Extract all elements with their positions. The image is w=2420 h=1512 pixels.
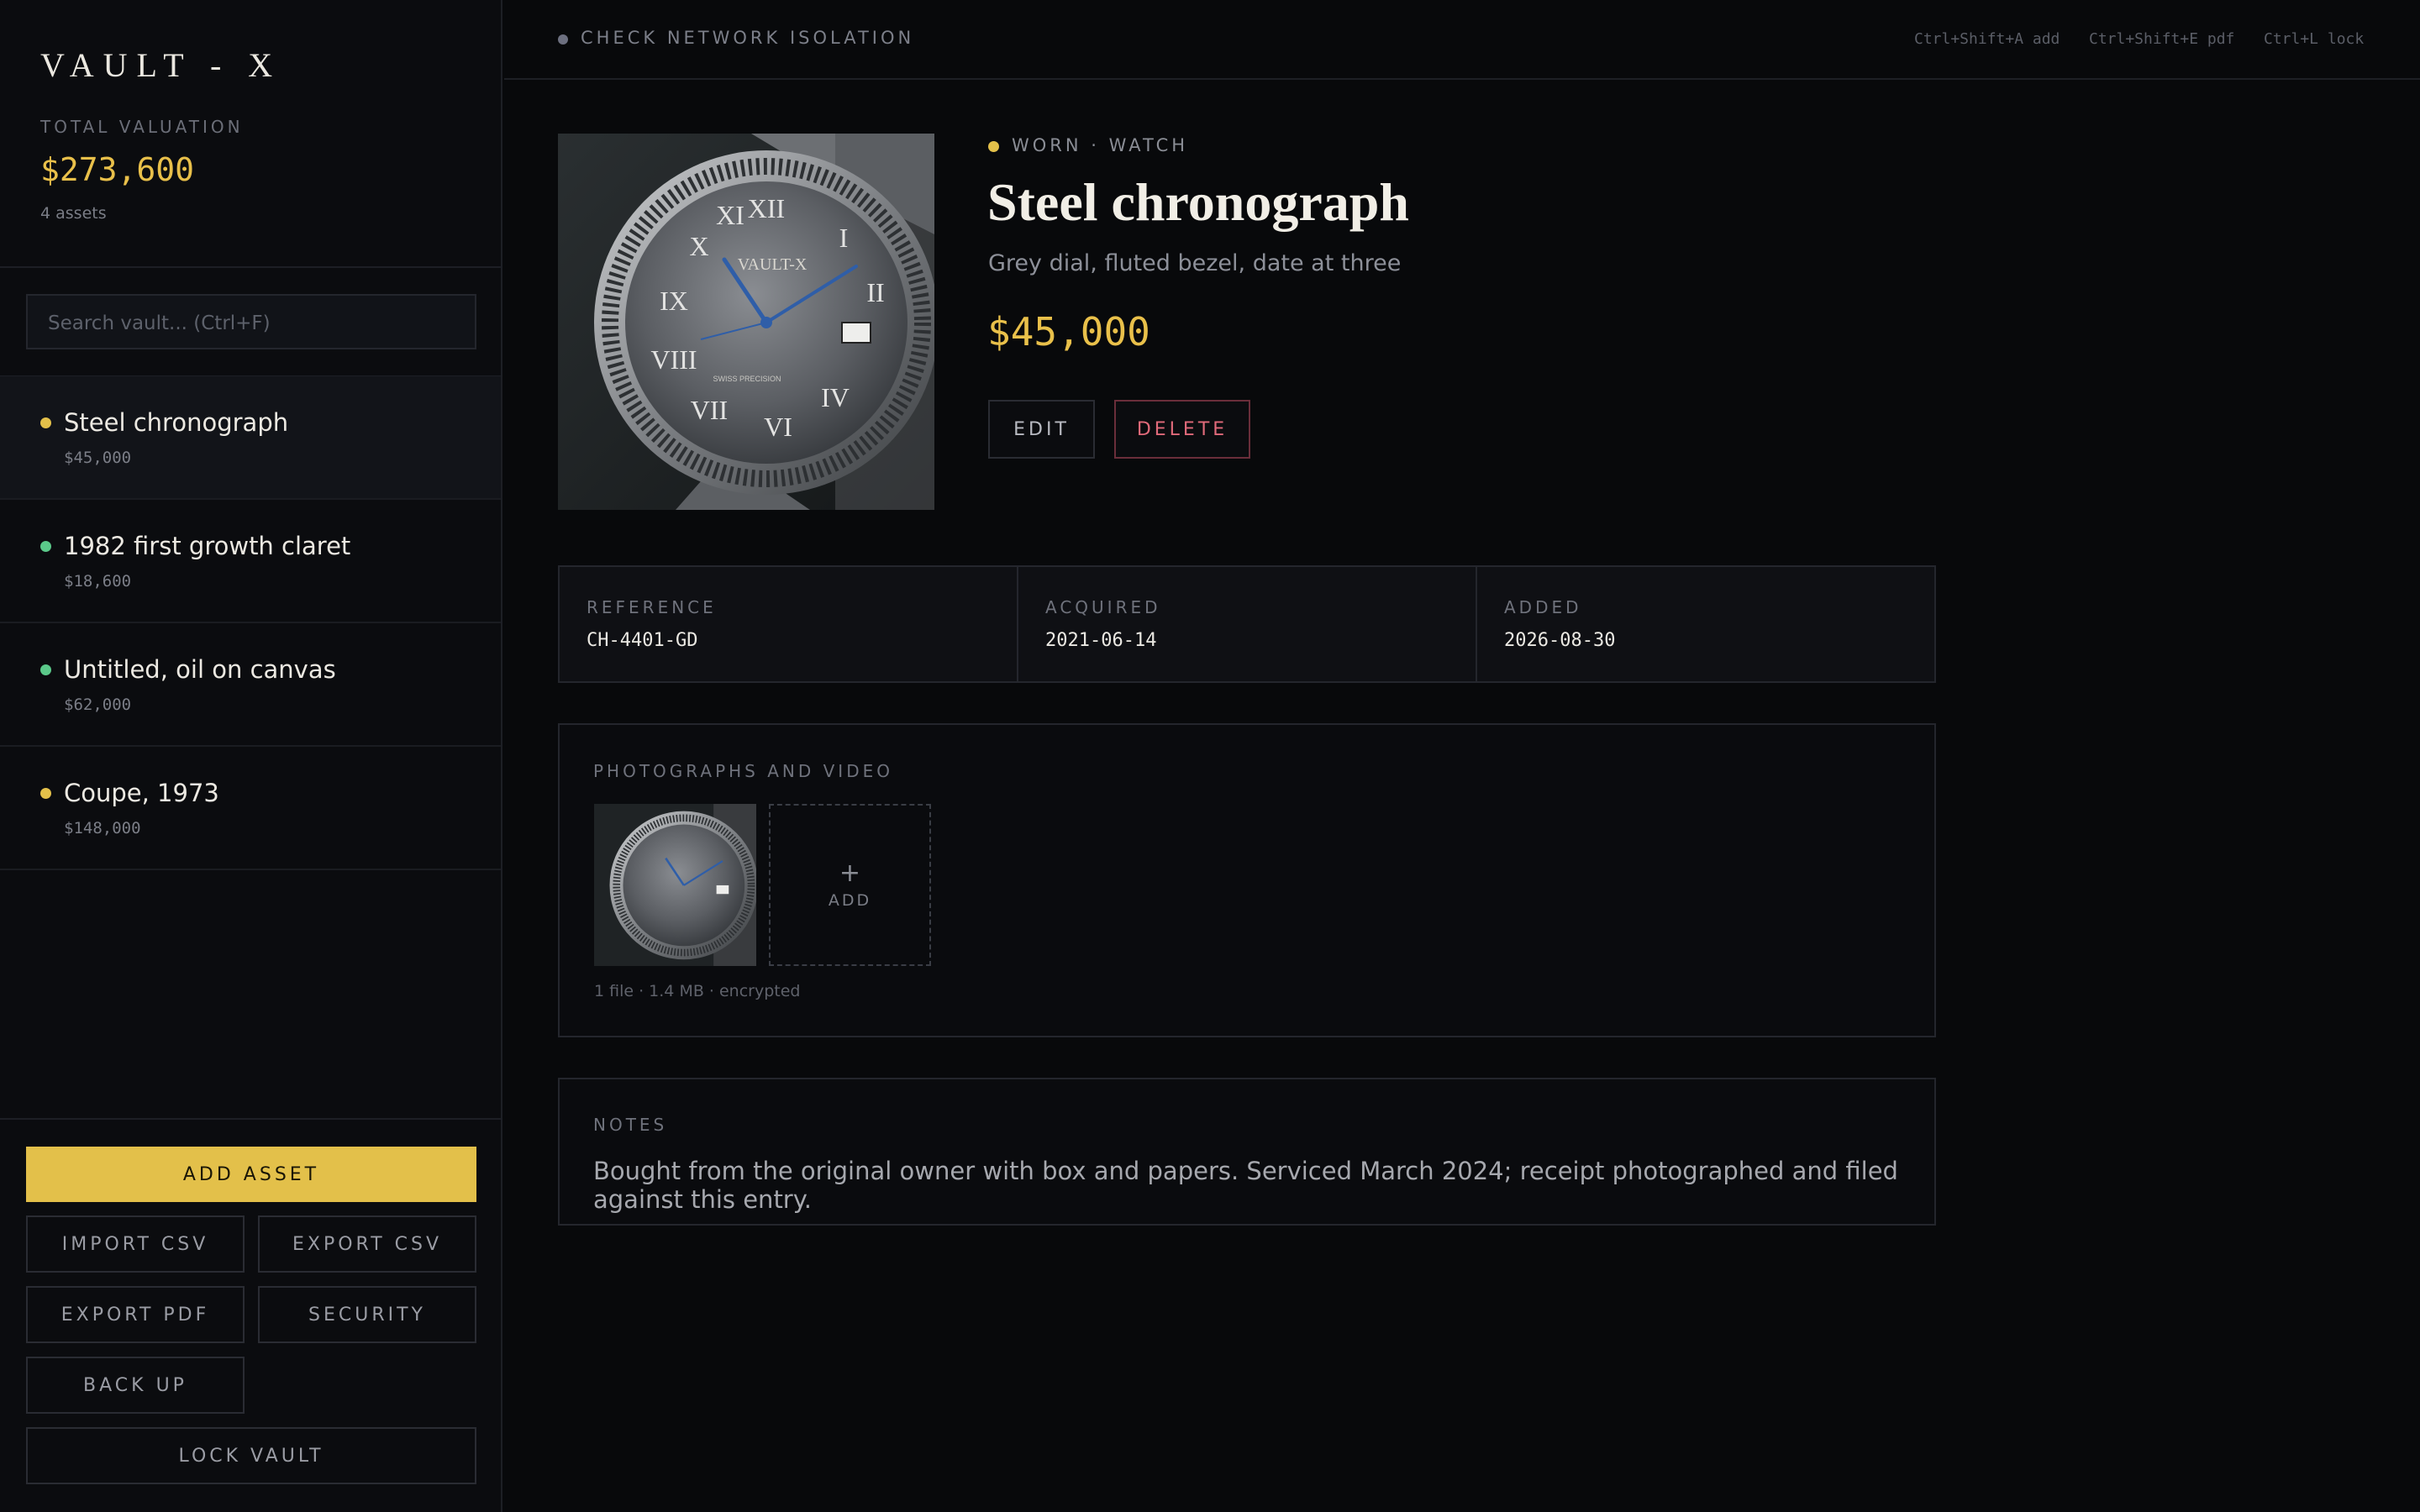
media-panel: PHOTOGRAPHS AND VIDEO + ADD 1 file · 1.4… xyxy=(558,723,1936,1037)
add-media-label: ADD xyxy=(828,890,872,910)
total-valuation-label: TOTAL VALUATION xyxy=(40,117,244,137)
watch-thumbnail-image xyxy=(594,804,756,966)
shortcut-hint-lock: Ctrl+L lock xyxy=(2264,30,2365,48)
meta-value: 2021-06-14 xyxy=(1045,630,1157,651)
asset-price: $45,000 xyxy=(64,449,132,467)
edit-button[interactable]: EDIT xyxy=(988,400,1095,459)
asset-item-oil-on-canvas[interactable]: Untitled, oil on canvas $62,000 xyxy=(0,623,501,747)
asset-metadata: REFERENCE CH-4401-GD ACQUIRED 2021-06-14… xyxy=(558,565,1936,683)
asset-name: Steel chronograph xyxy=(64,408,289,437)
status-dot xyxy=(40,417,51,428)
meta-reference: REFERENCE CH-4401-GD xyxy=(560,567,1018,681)
asset-photo[interactable]: XII I II IV VI VII VIII IX X XI VAULT-X … xyxy=(558,134,934,510)
status-dot xyxy=(40,541,51,552)
import-csv-button[interactable]: IMPORT CSV xyxy=(26,1215,245,1273)
meta-label: ACQUIRED xyxy=(1045,597,1161,617)
total-valuation-value: $273,600 xyxy=(40,151,195,188)
lock-vault-button[interactable]: LOCK VAULT xyxy=(26,1427,476,1484)
media-file-info: 1 file · 1.4 MB · encrypted xyxy=(594,982,801,1000)
asset-price: $62,000 xyxy=(64,696,132,714)
svg-text:I: I xyxy=(839,223,849,253)
asset-item-claret[interactable]: 1982 first growth claret $18,600 xyxy=(0,500,501,623)
asset-value: $45,000 xyxy=(987,309,1150,354)
notes-text: Bought from the original owner with box … xyxy=(593,1157,1898,1214)
meta-label: ADDED xyxy=(1504,597,1582,617)
notes-label: NOTES xyxy=(593,1115,668,1135)
asset-item-coupe[interactable]: Coupe, 1973 $148,000 xyxy=(0,747,501,870)
top-bar: CHECK NETWORK ISOLATION Ctrl+Shift+A add… xyxy=(504,0,2420,80)
divider xyxy=(0,1118,502,1120)
meta-acquired: ACQUIRED 2021-06-14 xyxy=(1018,567,1477,681)
svg-text:VI: VI xyxy=(764,412,792,442)
divider xyxy=(0,266,502,268)
security-button[interactable]: SECURITY xyxy=(258,1286,476,1343)
meta-value: CH-4401-GD xyxy=(587,630,698,651)
add-asset-button[interactable]: ADD ASSET xyxy=(26,1147,476,1202)
network-isolation-check[interactable]: CHECK NETWORK ISOLATION xyxy=(581,28,914,48)
media-panel-label: PHOTOGRAPHS AND VIDEO xyxy=(593,761,893,781)
export-csv-button[interactable]: EXPORT CSV xyxy=(258,1215,476,1273)
asset-price: $148,000 xyxy=(64,819,141,837)
asset-category: WORN · WATCH xyxy=(1012,135,1189,155)
svg-text:SWISS PRECISION: SWISS PRECISION xyxy=(713,375,781,383)
delete-button[interactable]: DELETE xyxy=(1114,400,1250,459)
svg-text:XII: XII xyxy=(748,193,785,223)
meta-value: 2026-08-30 xyxy=(1504,630,1616,651)
sidebar: VAULT - X TOTAL VALUATION $273,600 4 ass… xyxy=(0,0,502,1512)
export-pdf-button[interactable]: EXPORT PDF xyxy=(26,1286,245,1343)
svg-text:VII: VII xyxy=(691,395,728,425)
back-up-button[interactable]: BACK UP xyxy=(26,1357,245,1414)
asset-title: Steel chronograph xyxy=(987,172,1409,232)
shortcut-hint-pdf: Ctrl+Shift+E pdf xyxy=(2089,30,2235,48)
status-dot xyxy=(40,788,51,799)
status-dot xyxy=(40,664,51,675)
asset-count: 4 assets xyxy=(40,204,107,223)
search-input[interactable]: Search vault... (Ctrl+F) xyxy=(26,294,476,349)
svg-text:IX: IX xyxy=(660,286,688,316)
asset-description: Grey dial, fluted bezel, date at three xyxy=(988,250,1402,276)
meta-label: REFERENCE xyxy=(587,597,717,617)
plus-icon: + xyxy=(839,858,861,888)
svg-text:XI: XI xyxy=(716,200,744,230)
network-status-dot xyxy=(558,34,568,45)
watch-image: XII I II IV VI VII VIII IX X XI VAULT-X … xyxy=(558,134,934,510)
notes-panel: NOTES Bought from the original owner wit… xyxy=(558,1078,1936,1226)
svg-text:IV: IV xyxy=(821,382,850,412)
svg-text:VIII: VIII xyxy=(650,344,697,375)
svg-text:VAULT-X: VAULT-X xyxy=(738,255,808,274)
asset-item-steel-chronograph[interactable]: Steel chronograph $45,000 xyxy=(0,376,501,500)
brand-logo: VAULT - X xyxy=(40,46,282,84)
asset-name: Coupe, 1973 xyxy=(64,779,219,807)
svg-text:X: X xyxy=(689,231,708,261)
media-thumbnail[interactable] xyxy=(594,804,756,966)
status-dot xyxy=(988,141,999,152)
add-media-button[interactable]: + ADD xyxy=(769,804,931,966)
asset-list: Steel chronograph $45,000 1982 first gro… xyxy=(0,376,501,870)
shortcut-hint-add: Ctrl+Shift+A add xyxy=(1914,30,2060,48)
asset-name: Untitled, oil on canvas xyxy=(64,655,336,684)
svg-text:II: II xyxy=(866,277,884,307)
asset-price: $18,600 xyxy=(64,572,132,591)
asset-name: 1982 first growth claret xyxy=(64,532,351,560)
meta-added: ADDED 2026-08-30 xyxy=(1477,567,1934,681)
